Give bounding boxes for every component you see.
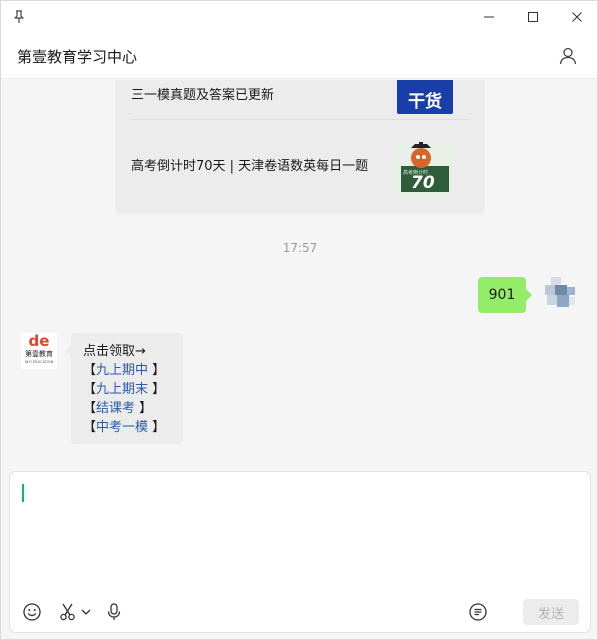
message-input[interactable]: [20, 480, 580, 590]
maximize-button[interactable]: [513, 5, 553, 29]
app-window: 第壹教育学习中心 三一模真题及答案已更新 干货 高考倒计时70天 | 天津卷语数…: [0, 0, 598, 640]
chat-history-icon[interactable]: [468, 602, 488, 622]
message-composer: 发送: [9, 471, 591, 633]
emoji-icon[interactable]: [22, 602, 42, 622]
message-intro: 点击领取→: [83, 344, 146, 359]
message-timestamp: 17:57: [282, 241, 318, 255]
received-message-bubble[interactable]: 点击领取→ 【九上期中 】 【九上期末 】 【结课考 】 【中考一模 】: [65, 333, 183, 444]
avatar[interactable]: [541, 275, 577, 311]
link-4[interactable]: 中考一模: [96, 420, 148, 435]
avatar[interactable]: de 第壹教育 DIYI EDUCATION: [21, 333, 57, 369]
link-1[interactable]: 九上期中: [96, 363, 148, 378]
brand-logo: de: [28, 332, 50, 350]
title-bar: [1, 1, 597, 33]
brand-subtitle: DIYI EDUCATION: [24, 360, 54, 364]
link-3[interactable]: 结课考: [96, 401, 135, 416]
thumbnail-text: 干货: [408, 92, 442, 112]
scissors-icon[interactable]: [58, 602, 78, 622]
send-button[interactable]: 发送: [523, 599, 579, 625]
maximize-icon: [528, 12, 538, 22]
chat-area[interactable]: 三一模真题及答案已更新 干货 高考倒计时70天 | 天津卷语数英每日一题 高考倒…: [1, 80, 597, 470]
minimize-icon: [484, 16, 494, 18]
list-item: 【九上期中 】: [83, 363, 166, 378]
countdown-number: 70: [411, 173, 435, 193]
microphone-icon[interactable]: [104, 602, 124, 622]
close-button[interactable]: [557, 5, 597, 29]
list-item: 【九上期末 】: [83, 382, 166, 397]
article-card[interactable]: 三一模真题及答案已更新 干货 高考倒计时70天 | 天津卷语数英每日一题 高考倒…: [115, 80, 485, 214]
article-thumbnail: 高考倒计时 70: [397, 140, 453, 196]
chat-title: 第壹教育学习中心: [17, 48, 138, 66]
chat-header: 第壹教育学习中心: [1, 33, 597, 79]
user-icon[interactable]: [557, 45, 579, 67]
brand-name: 第壹教育: [25, 350, 53, 358]
list-item: 【中考一模 】: [83, 420, 166, 435]
sent-message-bubble[interactable]: 901: [478, 277, 532, 313]
pin-icon[interactable]: [11, 9, 27, 25]
minimize-button[interactable]: [469, 5, 509, 29]
list-item: 【结课考 】: [83, 401, 153, 416]
article-thumbnail: 干货: [397, 80, 453, 114]
close-icon: [572, 12, 582, 22]
link-2[interactable]: 九上期末: [96, 382, 148, 397]
chevron-down-icon[interactable]: [80, 602, 92, 622]
